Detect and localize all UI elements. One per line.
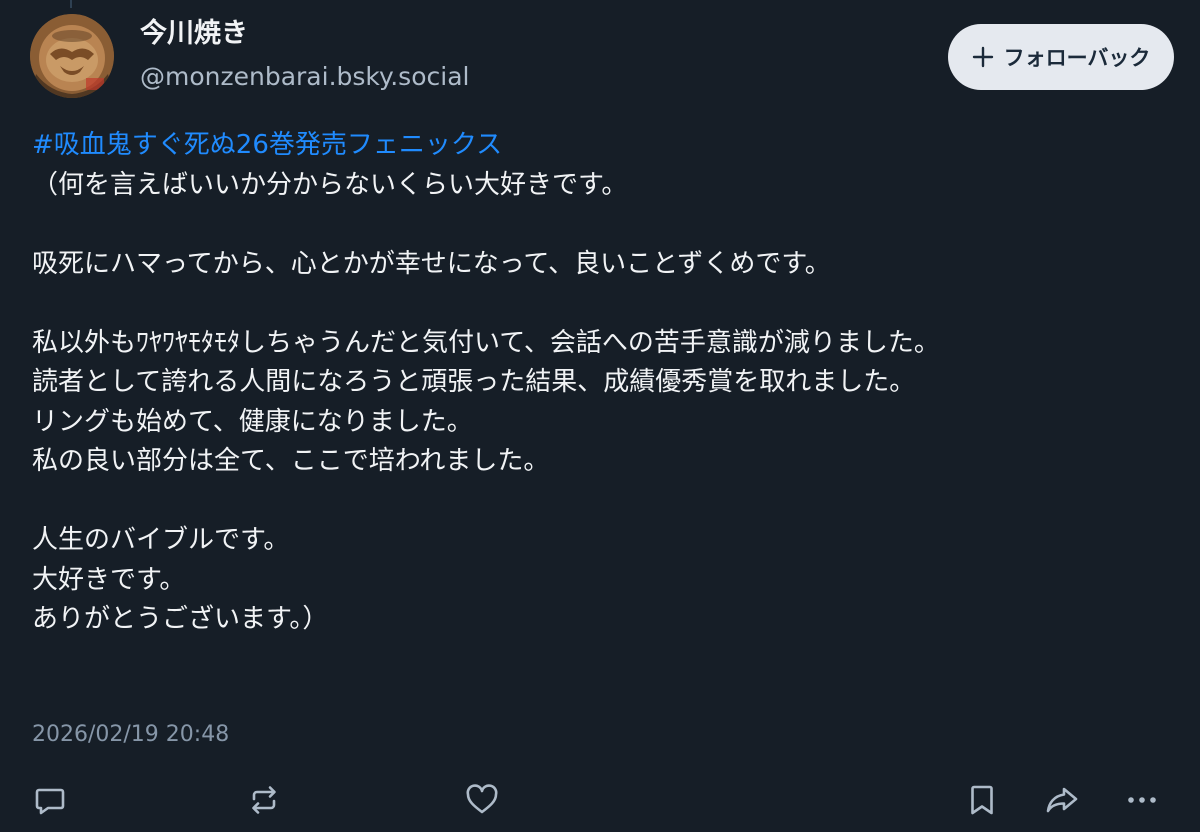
post-line: 私以外もﾜﾔﾜﾔﾓﾀﾓﾀしちゃうんだと気付いて、会話への苦手意識が減りました。 bbox=[32, 327, 940, 358]
share-button[interactable] bbox=[1042, 780, 1082, 820]
follow-back-label: フォローバック bbox=[1003, 46, 1151, 70]
post-text: #吸血鬼すぐ死ぬ26巻発売フェニックス （何を言えばいいか分からないくらい大好き… bbox=[32, 126, 1152, 640]
post-line bbox=[32, 284, 1152, 324]
follow-back-button[interactable]: フォローバック bbox=[948, 24, 1174, 90]
repost-button[interactable] bbox=[244, 780, 284, 820]
post-line: リングも始めて、健康になりました。 bbox=[32, 406, 473, 437]
bookmark-button[interactable] bbox=[962, 780, 1002, 820]
post-line: 私の良い部分は全て、ここで培われました。 bbox=[32, 446, 550, 476]
post-line: 大好きです。 bbox=[32, 564, 186, 595]
post-line: ありがとうございます。） bbox=[32, 604, 329, 634]
reply-icon bbox=[35, 788, 65, 815]
post-timestamp[interactable]: 2026/02/19 20:48 bbox=[32, 722, 229, 747]
author-handle[interactable]: @monzenbarai.bsky.social bbox=[140, 62, 469, 92]
post-line bbox=[32, 205, 1152, 245]
more-options-button[interactable] bbox=[1122, 780, 1162, 820]
post-line: 読者として誇れる人間になろうと頑張った結果、成績優秀賞を取れました。 bbox=[32, 367, 916, 397]
plus-icon bbox=[972, 46, 993, 68]
post-line bbox=[32, 482, 1152, 522]
post-line: （何を言えばいいか分からないくらい大好きです。 bbox=[32, 169, 628, 200]
bookmark-icon bbox=[971, 785, 993, 815]
post-line: 人生のバイブルです。 bbox=[32, 525, 290, 555]
thread-line bbox=[70, 0, 72, 8]
repost-icon bbox=[252, 786, 276, 814]
reply-button[interactable] bbox=[30, 780, 70, 820]
more-icon bbox=[1128, 797, 1156, 803]
post-line: 吸死にハマってから、心とかが幸せになって、良いことずくめです。 bbox=[32, 248, 831, 279]
heart-icon bbox=[466, 784, 498, 814]
display-name[interactable]: 今川焼き bbox=[140, 18, 248, 50]
like-button[interactable] bbox=[462, 780, 502, 820]
avatar-image bbox=[30, 14, 114, 98]
avatar[interactable] bbox=[30, 14, 114, 98]
share-icon bbox=[1046, 787, 1078, 813]
hashtag-link[interactable]: #吸血鬼すぐ死ぬ26巻発売フェニックス bbox=[32, 126, 1152, 166]
